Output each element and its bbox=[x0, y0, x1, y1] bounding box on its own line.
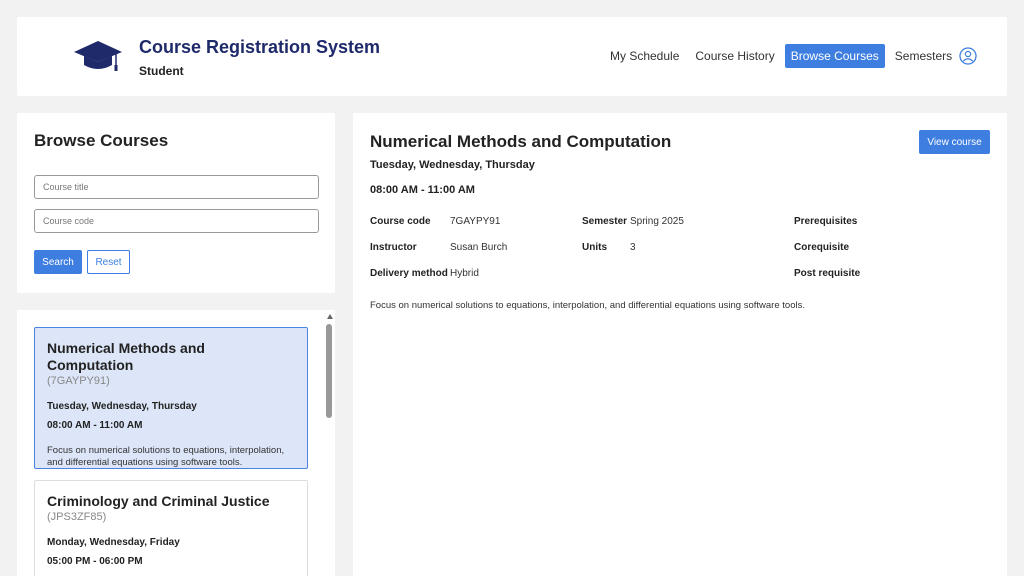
reset-button[interactable]: Reset bbox=[87, 250, 130, 274]
course-card-time: 08:00 AM - 11:00 AM bbox=[47, 420, 143, 431]
delivery-method-value: Hybrid bbox=[450, 268, 479, 279]
detail-description: Focus on numerical solutions to equation… bbox=[370, 300, 805, 311]
user-circle-icon[interactable] bbox=[959, 47, 977, 65]
course-title-input[interactable] bbox=[34, 175, 319, 199]
delivery-method-label: Delivery method bbox=[370, 268, 448, 279]
course-detail-panel: Numerical Methods and Computation Tuesda… bbox=[353, 113, 1007, 576]
course-code-label: Course code bbox=[370, 216, 431, 227]
instructor-value: Susan Burch bbox=[450, 242, 508, 253]
course-card-title: Criminology and Criminal Justice bbox=[47, 493, 270, 509]
corequisite-label: Corequisite bbox=[794, 242, 850, 253]
course-card-time: 05:00 PM - 06:00 PM bbox=[47, 556, 143, 567]
app-title: Course Registration System bbox=[139, 37, 381, 57]
course-card[interactable]: Numerical Methods and Computation (7GAYP… bbox=[34, 327, 308, 469]
course-card-code: (7GAYPY91) bbox=[47, 375, 110, 387]
app-header: Course Registration System Student My Sc… bbox=[17, 17, 1007, 96]
course-card-days: Monday, Wednesday, Friday bbox=[47, 537, 180, 548]
search-button[interactable]: Search bbox=[34, 250, 82, 274]
course-card[interactable]: Criminology and Criminal Justice (JPS3ZF… bbox=[34, 480, 308, 576]
course-card-code: (JPS3ZF85) bbox=[47, 511, 107, 523]
detail-title: Numerical Methods and Computation bbox=[370, 132, 672, 151]
detail-time: 08:00 AM - 11:00 AM bbox=[370, 184, 475, 196]
nav-semesters[interactable]: Semesters bbox=[889, 44, 958, 68]
course-list: Numerical Methods and Computation (7GAYP… bbox=[17, 310, 335, 576]
semester-value: Spring 2025 bbox=[630, 216, 684, 227]
semester-label: Semester bbox=[582, 216, 628, 227]
nav-browse-courses[interactable]: Browse Courses bbox=[784, 44, 885, 68]
nav-my-schedule[interactable]: My Schedule bbox=[604, 44, 685, 68]
course-card-description: Focus on numerical solutions to equation… bbox=[47, 445, 285, 468]
course-card-title: Numerical Methods and Computation bbox=[47, 340, 205, 373]
course-code-value: 7GAYPY91 bbox=[450, 216, 501, 227]
main-nav: My Schedule Course History Browse Course… bbox=[604, 44, 962, 68]
course-code-input[interactable] bbox=[34, 209, 319, 233]
nav-course-history[interactable]: Course History bbox=[689, 44, 780, 68]
graduation-cap-icon bbox=[74, 41, 122, 71]
panel-title: Browse Courses bbox=[34, 131, 169, 150]
instructor-label: Instructor bbox=[370, 242, 417, 253]
search-panel: Browse Courses Search Reset bbox=[17, 113, 335, 293]
units-label: Units bbox=[582, 242, 607, 253]
scroll-up-arrow-icon[interactable] bbox=[327, 314, 333, 319]
post-requisite-label: Post requisite bbox=[794, 268, 861, 279]
course-card-days: Tuesday, Wednesday, Thursday bbox=[47, 401, 197, 412]
scrollbar[interactable] bbox=[325, 312, 335, 576]
units-value: 3 bbox=[630, 242, 636, 253]
user-role: Student bbox=[139, 64, 184, 78]
prerequisites-label: Prerequisites bbox=[794, 216, 858, 227]
view-course-button[interactable]: View course bbox=[919, 130, 990, 154]
detail-days: Tuesday, Wednesday, Thursday bbox=[370, 159, 535, 171]
scroll-thumb[interactable] bbox=[326, 324, 332, 418]
